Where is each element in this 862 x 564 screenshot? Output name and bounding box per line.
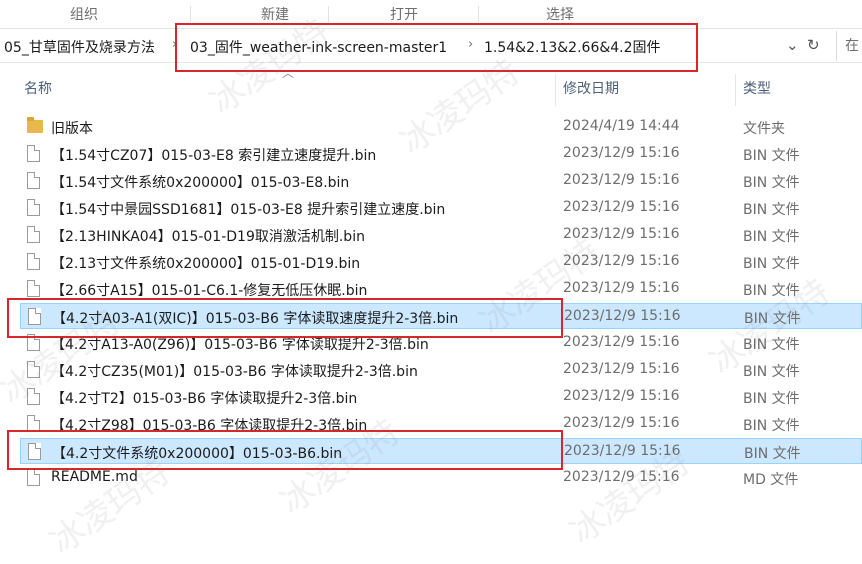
file-name: README.md xyxy=(51,469,138,485)
file-row[interactable]: 【2.13寸文件系统0x200000】015-01-D19.bin 2023/1… xyxy=(20,249,862,275)
refresh-icon[interactable]: ↻ xyxy=(807,36,820,54)
file-row[interactable]: README.md 2023/12/9 15:16 MD 文件 xyxy=(20,465,862,491)
file-date: 2023/12/9 15:16 xyxy=(563,280,680,296)
breadcrumb-item[interactable]: 05_甘草固件及烧录方法 xyxy=(4,37,155,57)
file-row[interactable]: 【4.2寸Z98】015-03-B6 字体读取提升2-3倍.bin 2023/1… xyxy=(20,411,862,437)
ribbon-group-open[interactable]: 打开 xyxy=(390,4,418,24)
file-name: 【2.13寸文件系统0x200000】015-01-D19.bin xyxy=(51,256,361,272)
file-icon xyxy=(27,199,40,216)
file-name: 【4.2寸T2】015-03-B6 字体读取提升2-3倍.bin xyxy=(51,391,358,407)
column-header-date[interactable]: 修改日期 xyxy=(563,78,619,102)
file-row[interactable]: 【2.13HINKA04】015-01-D19取消激活机制.bin 2023/1… xyxy=(20,222,862,248)
file-type: BIN 文件 xyxy=(744,446,801,462)
column-divider[interactable] xyxy=(735,74,736,106)
file-date: 2023/12/9 15:16 xyxy=(563,226,680,242)
file-icon xyxy=(27,334,40,351)
file-name: 【4.2寸Z98】015-03-B6 字体读取提升2-3倍.bin xyxy=(51,418,368,434)
folder-icon xyxy=(27,117,43,133)
file-icon xyxy=(27,388,40,405)
ribbon-divider xyxy=(190,6,191,22)
file-name: 【4.2寸文件系统0x200000】015-03-B6.bin xyxy=(52,446,343,462)
file-row[interactable]: 【2.66寸A15】015-01-C6.1-修复无低压休眠.bin 2023/1… xyxy=(20,276,862,302)
column-header-type[interactable]: 类型 xyxy=(743,78,771,102)
file-name: 【2.13HINKA04】015-01-D19取消激活机制.bin xyxy=(51,229,365,245)
chevron-right-icon[interactable]: › xyxy=(172,37,177,52)
file-type: BIN 文件 xyxy=(743,229,800,245)
file-row[interactable]: 【4.2寸T2】015-03-B6 字体读取提升2-3倍.bin 2023/12… xyxy=(20,384,862,410)
file-name: 旧版本 xyxy=(51,121,93,137)
file-type: BIN 文件 xyxy=(743,391,800,407)
file-row-selected[interactable]: 【4.2寸文件系统0x200000】015-03-B6.bin 2023/12/… xyxy=(20,438,862,464)
file-icon xyxy=(28,443,41,460)
file-icon xyxy=(27,253,40,270)
file-date: 2023/12/9 15:16 xyxy=(564,443,681,459)
file-type: BIN 文件 xyxy=(743,283,800,299)
file-type: MD 文件 xyxy=(743,472,799,488)
file-date: 2023/12/9 15:16 xyxy=(563,199,680,215)
file-name: 【1.54寸文件系统0x200000】015-03-E8.bin xyxy=(51,175,350,191)
file-name: 【1.54寸中景园SSD1681】015-03-E8 提升索引建立速度.bin xyxy=(51,202,446,218)
column-header-name[interactable]: 名称 xyxy=(24,78,52,102)
file-date: 2023/12/9 15:16 xyxy=(563,469,680,485)
breadcrumb-item[interactable]: 1.54&2.13&2.66&4.2固件 xyxy=(484,37,661,57)
file-date: 2023/12/9 15:16 xyxy=(563,415,680,431)
file-icon xyxy=(27,415,40,432)
file-row-selected[interactable]: 【4.2寸A03-A1(双IC)】015-03-B6 字体读取速度提升2-3倍.… xyxy=(20,303,862,329)
file-type: BIN 文件 xyxy=(744,311,801,327)
file-type: BIN 文件 xyxy=(743,202,800,218)
file-date: 2023/12/9 15:16 xyxy=(563,172,680,188)
file-row[interactable]: 【1.54寸中景园SSD1681】015-03-E8 提升索引建立速度.bin … xyxy=(20,195,862,221)
file-name: 【4.2寸A13-A0(Z96)】015-03-B6 字体读取提升2-3倍.bi… xyxy=(51,337,429,353)
file-icon xyxy=(27,280,40,297)
file-type: BIN 文件 xyxy=(743,364,800,380)
file-icon xyxy=(28,308,41,325)
file-icon xyxy=(27,469,40,486)
file-date: 2023/12/9 15:16 xyxy=(563,145,680,161)
file-icon xyxy=(27,361,40,378)
search-input[interactable]: 在 xyxy=(836,31,862,61)
file-icon xyxy=(27,172,40,189)
file-type: BIN 文件 xyxy=(743,418,800,434)
sort-indicator-icon: ︿ xyxy=(282,66,295,80)
folder-row[interactable]: 旧版本 2024/4/19 14:44 文件夹 xyxy=(20,114,862,140)
breadcrumb-item[interactable]: 03_固件_weather-ink-screen-master1 xyxy=(190,37,447,57)
file-date: 2023/12/9 15:16 xyxy=(564,308,681,324)
file-row[interactable]: 【1.54寸CZ07】015-03-E8 索引建立速度提升.bin 2023/1… xyxy=(20,141,862,167)
file-date: 2023/12/9 15:16 xyxy=(563,361,680,377)
file-type: BIN 文件 xyxy=(743,175,800,191)
ribbon-divider xyxy=(478,6,479,22)
file-name: 【1.54寸CZ07】015-03-E8 索引建立速度提升.bin xyxy=(51,148,377,164)
file-name: 【4.2寸CZ35(M01)】015-03-B6 字体读取提升2-3倍.bin xyxy=(51,364,418,380)
chevron-down-icon[interactable]: ⌄ xyxy=(786,36,799,54)
ribbon-divider xyxy=(328,6,329,22)
file-date: 2024/4/19 14:44 xyxy=(563,118,680,134)
ribbon-group-select[interactable]: 选择 xyxy=(546,4,574,24)
ribbon-group-new[interactable]: 新建 xyxy=(261,4,289,24)
file-icon xyxy=(27,226,40,243)
chevron-right-icon[interactable]: › xyxy=(468,37,473,52)
column-divider[interactable] xyxy=(555,74,556,106)
address-bar[interactable]: 05_甘草固件及烧录方法 › 03_固件_weather-ink-screen-… xyxy=(0,30,862,63)
ribbon-toolbar: 组织 新建 打开 选择 xyxy=(0,0,862,29)
file-row[interactable]: 【4.2寸A13-A0(Z96)】015-03-B6 字体读取提升2-3倍.bi… xyxy=(20,330,862,356)
file-type: BIN 文件 xyxy=(743,148,800,164)
file-name: 【4.2寸A03-A1(双IC)】015-03-B6 字体读取速度提升2-3倍.… xyxy=(52,311,459,327)
file-icon xyxy=(27,145,40,162)
file-name: 【2.66寸A15】015-01-C6.1-修复无低压休眠.bin xyxy=(51,283,368,299)
file-date: 2023/12/9 15:16 xyxy=(563,388,680,404)
file-type: BIN 文件 xyxy=(743,337,800,353)
file-date: 2023/12/9 15:16 xyxy=(563,334,680,350)
file-type: 文件夹 xyxy=(743,121,785,137)
file-date: 2023/12/9 15:16 xyxy=(563,253,680,269)
file-row[interactable]: 【4.2寸CZ35(M01)】015-03-B6 字体读取提升2-3倍.bin … xyxy=(20,357,862,383)
file-row[interactable]: 【1.54寸文件系统0x200000】015-03-E8.bin 2023/12… xyxy=(20,168,862,194)
file-type: BIN 文件 xyxy=(743,256,800,272)
ribbon-group-organize[interactable]: 组织 xyxy=(70,4,98,24)
